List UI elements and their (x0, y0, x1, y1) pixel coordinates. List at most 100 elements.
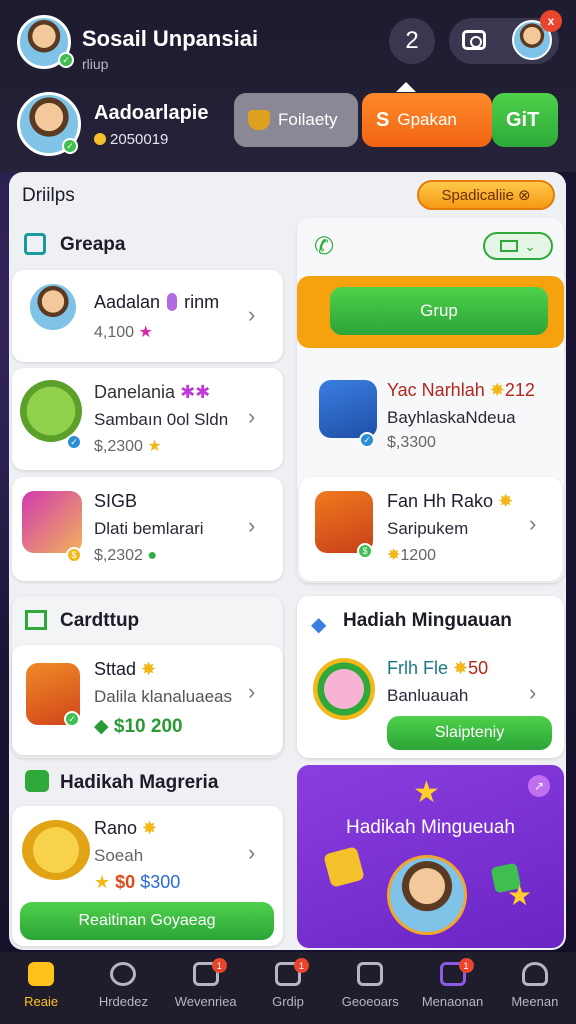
hadiah-left-button-label: Reaitinan Goyaeag (78, 912, 216, 929)
chevron-right-icon: › (248, 840, 256, 865)
app-header: ✓ Sosail Unpansiai rliup 2 x ✓ Aadoarlap… (0, 0, 576, 172)
tag-icon (167, 293, 178, 311)
chevron-right-icon: › (248, 404, 256, 429)
messages-badge: 1 (458, 958, 474, 973)
nav-profile-label: Meenan (511, 994, 559, 1009)
coin-icon: ✸ (387, 547, 401, 564)
group-1-value: 4,100 ★ (94, 322, 153, 342)
right-2-title-text: Fan Hh Rako (387, 491, 494, 511)
chat-badge: 1 (211, 958, 227, 973)
phone-icon[interactable]: ✆ (314, 232, 334, 261)
cardtup-item-title: Sttad ✸ (94, 659, 156, 680)
discover-icon (357, 962, 384, 986)
gift-button[interactable]: GiT (492, 93, 558, 147)
speaker-icon: S (376, 108, 390, 131)
right-1-title: Yac Narhlah ✸212 (387, 380, 535, 401)
group-card-3[interactable]: $ SIGB Dlati bemlarari $,2302 ● › (12, 477, 283, 581)
speaker-button[interactable]: S Gpakan (362, 93, 492, 147)
hadiah-left-button[interactable]: Reaitinan Goyaeag (20, 902, 274, 940)
right-item-2[interactable]: $ Fan Hh Rako ✸ Saripukem ✸1200 › (299, 477, 562, 581)
treasure-chest-icon (319, 380, 377, 438)
user-name: Aadoarlapie (94, 102, 209, 124)
panel-title: Driilps (22, 185, 75, 206)
nav-home[interactable]: Reaie (0, 952, 82, 1024)
promo-card[interactable]: ↗ ★ Hadikah Mingueuah ★ (297, 765, 564, 948)
nav-profile[interactable]: Meenan (494, 952, 576, 1024)
hadiah-right-item-title: Frlh Fle ✸50 (387, 658, 488, 679)
activity-button-label: Foilaety (278, 110, 338, 129)
chevron-right-icon: › (248, 679, 256, 704)
nav-home-label: Reaie (24, 994, 59, 1009)
gift-box-icon (22, 491, 82, 553)
group-2-value-text: $,2300 (94, 438, 143, 455)
hadiah-left-value-a: $0 (115, 872, 136, 892)
close-icon[interactable]: x (540, 10, 562, 32)
camera-icon[interactable] (462, 30, 486, 50)
bottom-nav: Reaie Hrdedez 1 Wevenriea 1 Grdip Geoeoa… (0, 952, 576, 1024)
group-3-value: $,2302 ● (94, 547, 157, 565)
gem-icon: ● (147, 547, 158, 564)
promo-title: Hadikah Mingueuah (345, 817, 515, 838)
group-1-title-extra: rinm (184, 292, 220, 312)
nav-messages-label: Menaonan (421, 994, 484, 1009)
notification-count-button[interactable]: 2 (389, 18, 435, 64)
user-coins-value: 2050019 (110, 131, 169, 148)
hadiah-right-title: Hadiah Minguauan (343, 610, 512, 631)
nav-discover[interactable]: Geoeoars (329, 952, 411, 1024)
dragon-mascot-icon (20, 380, 82, 442)
gift-icon (323, 846, 365, 888)
group-avatar-1 (28, 282, 78, 332)
right-2-subtitle: Saripukem (387, 519, 469, 538)
coins-pile-icon (22, 820, 90, 880)
group-3-subtitle: Dlati bemlarari (94, 519, 204, 538)
pointer-icon (396, 82, 416, 92)
nav-group[interactable]: 1 Grdip (247, 952, 329, 1024)
hadiah-right-item-title-text: Frlh Fle (387, 658, 449, 678)
badge-icon: ✓ (64, 711, 80, 727)
toggle-list-button[interactable]: ⌄ (483, 232, 553, 260)
coin-icon: ✸ (489, 380, 505, 400)
badge-icon: ✓ (359, 432, 375, 448)
share-icon[interactable]: ↗ (528, 775, 550, 797)
right-1-subtitle: BayhlaskaNdeua (387, 408, 516, 427)
search-icon (110, 962, 137, 986)
right-1-title-text: Yac Narhlah (387, 380, 485, 400)
activity-button[interactable]: Foilaety (234, 93, 358, 147)
gem-icon: ◆ (94, 716, 109, 737)
hadiah-left-card[interactable]: Rano ✸ Soeah ★ $0 $300 › Reaitinan Goyae… (12, 806, 283, 946)
group-3-title: SIGB (94, 491, 138, 511)
group-join-label: Grup (420, 301, 458, 320)
group-2-subtitle: Sambaın 0ol Sldn (94, 410, 229, 429)
right-item-1[interactable]: ✓ Yac Narhlah ✸212 BayhlaskaNdeua $,3300 (303, 362, 561, 472)
promo-avatar (387, 855, 467, 935)
cardtup-item-value: ◆ $10 200 (94, 715, 183, 738)
star-icon: ★ (94, 872, 111, 892)
right-2-title: Fan Hh Rako ✸ (387, 491, 513, 512)
profile-icon (521, 962, 548, 986)
home-icon (28, 962, 55, 986)
hadiah-left-item-title: Rano ✸ (94, 818, 157, 839)
hadiah-left-icon (25, 770, 49, 792)
chevron-right-icon: › (529, 680, 537, 705)
cardtup-title: Cardttup (60, 610, 140, 631)
hadiah-left-item-subtitle: Soeah (94, 846, 144, 865)
chevron-right-icon: › (248, 513, 256, 538)
nav-chat[interactable]: 1 Wevenriea (165, 952, 247, 1024)
hadiah-right-card[interactable]: ◆ Hadiah Minguauan Frlh Fle ✸50 Banluaua… (297, 596, 564, 758)
user-status-icon: ✓ (62, 138, 78, 154)
star-icon: ★ (138, 324, 153, 341)
nav-search[interactable]: Hrdedez (82, 952, 164, 1024)
verified-badge-icon: ✓ (58, 52, 74, 68)
cardtup-item[interactable]: ✓ Sttad ✸ Dalila klanaluaeas ◆ $10 200 › (12, 645, 283, 755)
sparkle-icon: ✸ (142, 818, 158, 838)
badge-icon: ✓ (66, 434, 82, 450)
group-card-1[interactable]: Aadalan rinm 4,100 ★ › (12, 270, 283, 362)
hadiah-right-button[interactable]: Slaipteniy (387, 716, 552, 750)
group-2-title-text: Danelania (94, 382, 176, 402)
group-card-2[interactable]: ✓ Danelania ✱✱ Sambaın 0ol Sldn $,2300 ★… (12, 368, 283, 470)
home-outline-icon (25, 610, 47, 630)
hadiah-left-item-title-text: Rano (94, 818, 138, 838)
nav-messages[interactable]: 1 Menaonan (411, 952, 493, 1024)
group-join-button[interactable]: Grup (330, 287, 548, 335)
special-pill-button[interactable]: Spadicaliie ⊗ (417, 180, 555, 210)
